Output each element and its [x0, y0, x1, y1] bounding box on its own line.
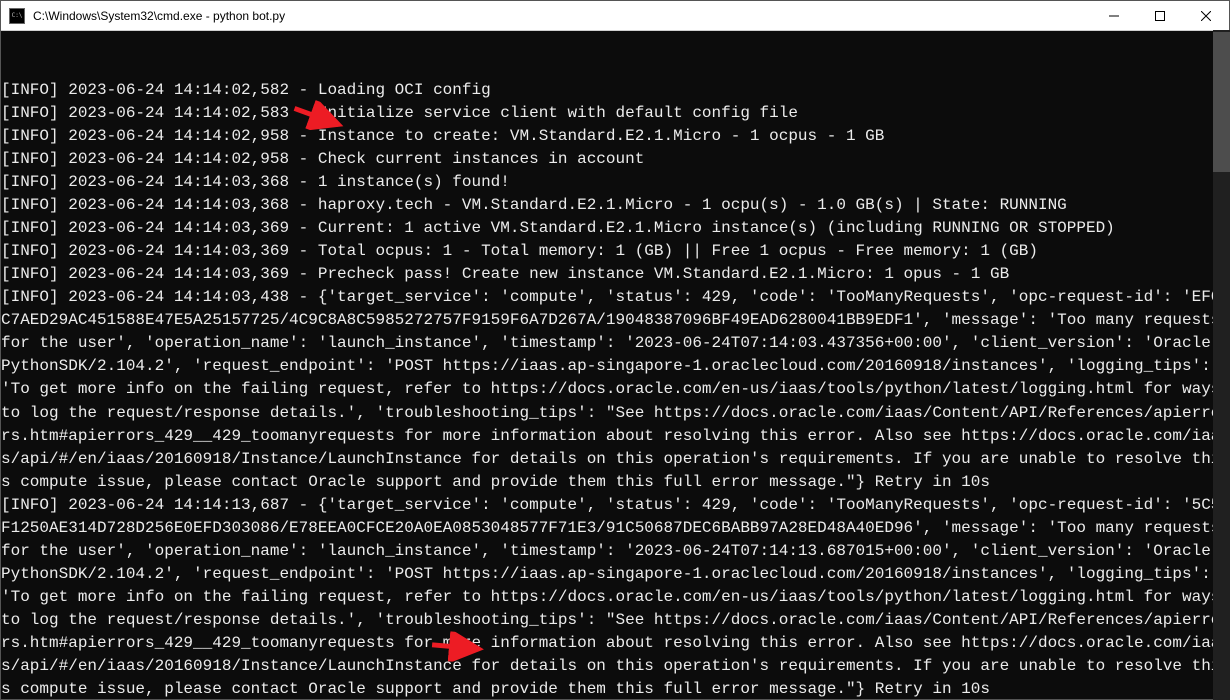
window-controls	[1091, 1, 1229, 31]
terminal-output[interactable]: [INFO] 2023-06-24 14:14:02,582 - Loading…	[1, 31, 1229, 699]
minimize-button[interactable]	[1091, 1, 1137, 31]
window-title: C:\Windows\System32\cmd.exe - python bot…	[33, 9, 285, 23]
scrollbar-thumb[interactable]	[1213, 32, 1230, 172]
vertical-scrollbar[interactable]	[1213, 30, 1230, 700]
terminal-content: [INFO] 2023-06-24 14:14:02,582 - Loading…	[1, 79, 1225, 699]
titlebar[interactable]: C:\Windows\System32\cmd.exe - python bot…	[1, 1, 1229, 31]
cmd-icon	[9, 8, 25, 24]
maximize-button[interactable]	[1137, 1, 1183, 31]
close-button[interactable]	[1183, 1, 1229, 31]
cmd-window: C:\Windows\System32\cmd.exe - python bot…	[0, 0, 1230, 700]
